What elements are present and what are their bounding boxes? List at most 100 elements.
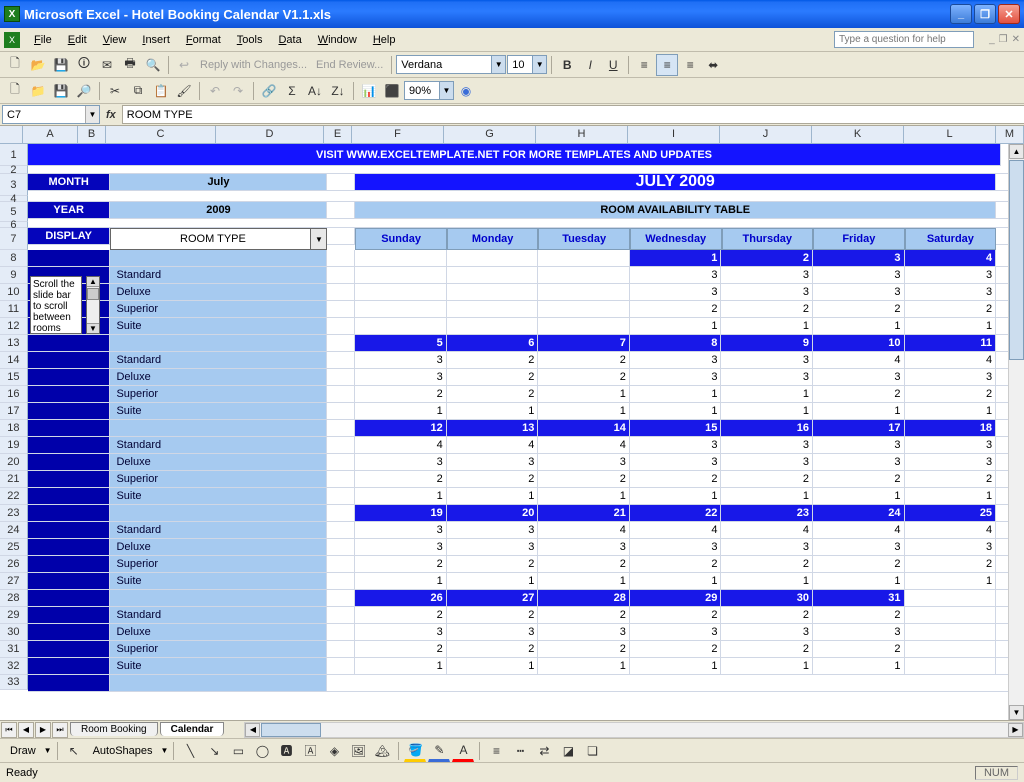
font-name-select[interactable]: Verdana▼ (396, 55, 506, 74)
row-header[interactable]: 30 (0, 624, 28, 641)
clipart-icon[interactable]: 🖼 (347, 740, 369, 762)
month-value[interactable]: July (110, 174, 327, 191)
dash-style-icon[interactable]: ┅ (509, 740, 531, 762)
autoshapes-menu[interactable]: AutoShapes (87, 743, 159, 759)
copy-icon[interactable]: ⧉ (127, 80, 149, 102)
row-header[interactable]: 10 (0, 284, 28, 301)
row-header[interactable]: 33 (0, 675, 28, 690)
tab-nav-prev-icon[interactable]: ◀ (18, 722, 34, 738)
fill-color-icon[interactable]: 🪣 (404, 740, 426, 762)
horizontal-scrollbar[interactable]: ◀ ▶ (244, 722, 1024, 738)
formula-input[interactable]: ROOM TYPE (122, 105, 1024, 124)
col-header-A[interactable]: A (23, 126, 78, 143)
menu-tools[interactable]: Tools (229, 31, 271, 49)
help-search-input[interactable] (834, 31, 974, 48)
print-preview-icon[interactable]: 🔍 (142, 54, 164, 76)
row-header[interactable]: 23 (0, 505, 28, 522)
permission-icon[interactable]: 🛈 (73, 54, 95, 76)
menu-window[interactable]: Window (310, 31, 365, 49)
tab-nav-first-icon[interactable]: ⏮ (1, 722, 17, 738)
new-blank-icon[interactable]: 🗋 (4, 80, 26, 102)
spreadsheet-grid[interactable]: ABCDEFGHIJKLM 1VISIT WWW.EXCELTEMPLATE.N… (0, 126, 1024, 720)
sort-asc-icon[interactable]: A↓ (304, 80, 326, 102)
doc-close-button[interactable]: ✕ (1012, 34, 1020, 45)
new-icon[interactable]: 🗋 (4, 54, 26, 76)
open-folder-icon[interactable]: 📁 (27, 80, 49, 102)
col-header-H[interactable]: H (536, 126, 628, 143)
drawing-toggle-icon[interactable]: ⬛ (381, 80, 403, 102)
row-header[interactable]: 17 (0, 403, 28, 420)
doc-restore-button[interactable]: ❐ (999, 34, 1008, 45)
hyperlink-icon[interactable]: 🔗 (258, 80, 280, 102)
slider-up-icon[interactable]: ▲ (87, 277, 99, 287)
mail-icon[interactable]: ✉ (96, 54, 118, 76)
menu-edit[interactable]: Edit (60, 31, 95, 49)
scroll-down-icon[interactable]: ▼ (1009, 705, 1024, 720)
minimize-button[interactable]: _ (950, 4, 972, 24)
row-header[interactable]: 8 (0, 250, 28, 267)
doc-minimize-button[interactable]: _ (989, 34, 995, 45)
font-color-icon[interactable]: A (452, 740, 474, 762)
col-header-B[interactable]: B (78, 126, 106, 143)
tab-nav-last-icon[interactable]: ⏭ (52, 722, 68, 738)
menu-data[interactable]: Data (270, 31, 309, 49)
merge-center-icon[interactable]: ⬌ (702, 54, 724, 76)
research-icon[interactable]: 🔎 (73, 80, 95, 102)
room-slider[interactable]: ▲▼ (86, 276, 100, 334)
sort-desc-icon[interactable]: Z↓ (327, 80, 349, 102)
undo-icon[interactable]: ↶ (204, 80, 226, 102)
line-style-icon[interactable]: ≡ (485, 740, 507, 762)
autosum-icon[interactable]: Σ (281, 80, 303, 102)
format-painter-icon[interactable]: 🖌 (173, 80, 195, 102)
line-color-icon[interactable]: ✎ (428, 740, 450, 762)
hscroll-thumb[interactable] (261, 723, 321, 737)
vertical-scrollbar[interactable]: ▲ ▼ (1008, 144, 1024, 720)
col-header-E[interactable]: E (324, 126, 352, 143)
row-header[interactable]: 12 (0, 318, 28, 335)
row-header[interactable]: 1 (0, 144, 28, 166)
slider-thumb[interactable] (87, 288, 99, 300)
row-header[interactable]: 11 (0, 301, 28, 318)
year-value[interactable]: 2009 (110, 202, 327, 219)
underline-icon[interactable]: U (602, 54, 624, 76)
zoom-select[interactable]: 90%▼ (404, 81, 454, 100)
chart-wizard-icon[interactable]: 📊 (358, 80, 380, 102)
paste-icon[interactable]: 📋 (150, 80, 172, 102)
menu-help[interactable]: Help (365, 31, 404, 49)
row-header[interactable]: 22 (0, 488, 28, 505)
row-header[interactable]: 21 (0, 471, 28, 488)
menu-format[interactable]: Format (178, 31, 229, 49)
align-center-icon[interactable]: ≡ (656, 54, 678, 76)
row-header[interactable]: 26 (0, 556, 28, 573)
open-icon[interactable]: 📂 (27, 54, 49, 76)
row-header[interactable]: 14 (0, 352, 28, 369)
wordart-icon[interactable]: 🄰 (299, 740, 321, 762)
row-header[interactable]: 16 (0, 386, 28, 403)
row-header[interactable]: 28 (0, 590, 28, 607)
row-header[interactable]: 31 (0, 641, 28, 658)
diagram-icon[interactable]: ◈ (323, 740, 345, 762)
row-header[interactable]: 13 (0, 335, 28, 352)
arrow-style-icon[interactable]: ⇄ (533, 740, 555, 762)
row-header[interactable]: 24 (0, 522, 28, 539)
chevron-down-icon[interactable]: ▼ (532, 56, 546, 73)
row-header[interactable]: 20 (0, 454, 28, 471)
save-disk-icon[interactable]: 💾 (50, 80, 72, 102)
col-header-D[interactable]: D (216, 126, 324, 143)
menu-insert[interactable]: Insert (134, 31, 178, 49)
draw-menu[interactable]: Draw (4, 743, 42, 759)
rectangle-icon[interactable]: ▭ (227, 740, 249, 762)
save-icon[interactable]: 💾 (50, 54, 72, 76)
col-header-L[interactable]: L (904, 126, 996, 143)
close-button[interactable]: ✕ (998, 4, 1020, 24)
row-header[interactable]: 15 (0, 369, 28, 386)
help-icon[interactable]: ◉ (455, 80, 477, 102)
col-header-F[interactable]: F (352, 126, 444, 143)
fx-icon[interactable]: fx (106, 109, 116, 121)
display-dropdown[interactable]: ROOM TYPE▼ (110, 228, 327, 250)
scroll-up-icon[interactable]: ▲ (1009, 144, 1024, 159)
col-header-J[interactable]: J (720, 126, 812, 143)
chevron-down-icon[interactable]: ▼ (439, 82, 453, 99)
font-size-select[interactable]: 10▼ (507, 55, 547, 74)
chevron-down-icon[interactable]: ▼ (85, 106, 99, 123)
